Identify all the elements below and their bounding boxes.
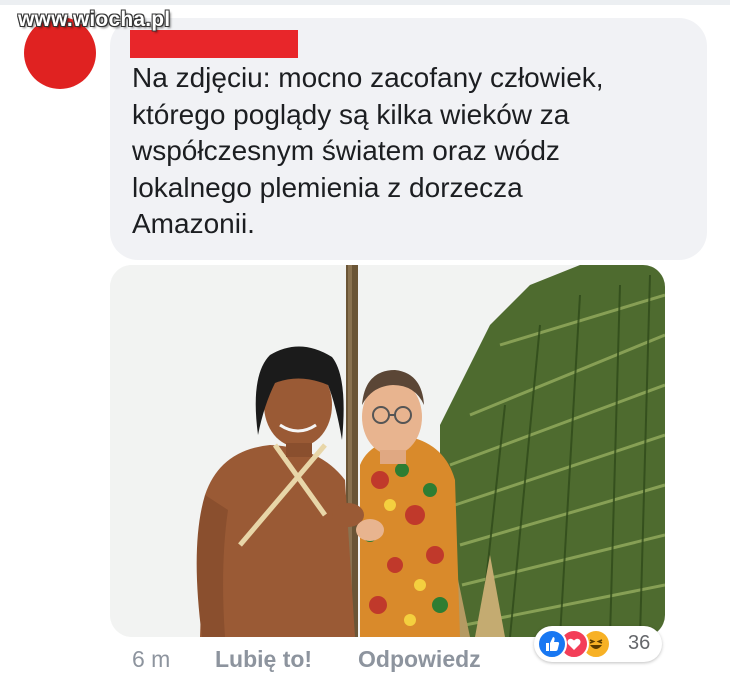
comment-line: lokalnego plemienia z dorzecza [132,171,523,203]
like-button[interactable]: Lubię to! [215,646,312,673]
photo-illustration [110,265,665,637]
reactions-summary[interactable]: 36 [534,626,662,662]
comment-line: którego poglądy są kilka wieków za [132,98,570,130]
comment-text: Na zdjęciu: mocno zacofany człowiek, któ… [132,60,692,243]
author-name-redacted[interactable] [130,30,298,58]
comment-line: Na zdjęciu: mocno zacofany człowiek, [132,62,604,93]
comment-footer: 6 m Lubię to! Odpowiedz 36 [0,626,730,680]
reply-button[interactable]: Odpowiedz [358,646,481,673]
comment-line: współczesnym światem oraz wódz [132,135,560,166]
comment-line: Amazonii. [132,208,255,239]
reaction-count: 36 [628,632,651,654]
like-icon [537,629,567,659]
comment-timestamp[interactable]: 6 m [132,646,170,673]
top-divider [0,0,730,5]
attached-photo[interactable] [110,265,665,637]
watermark: www.wiocha.pl [18,8,171,31]
